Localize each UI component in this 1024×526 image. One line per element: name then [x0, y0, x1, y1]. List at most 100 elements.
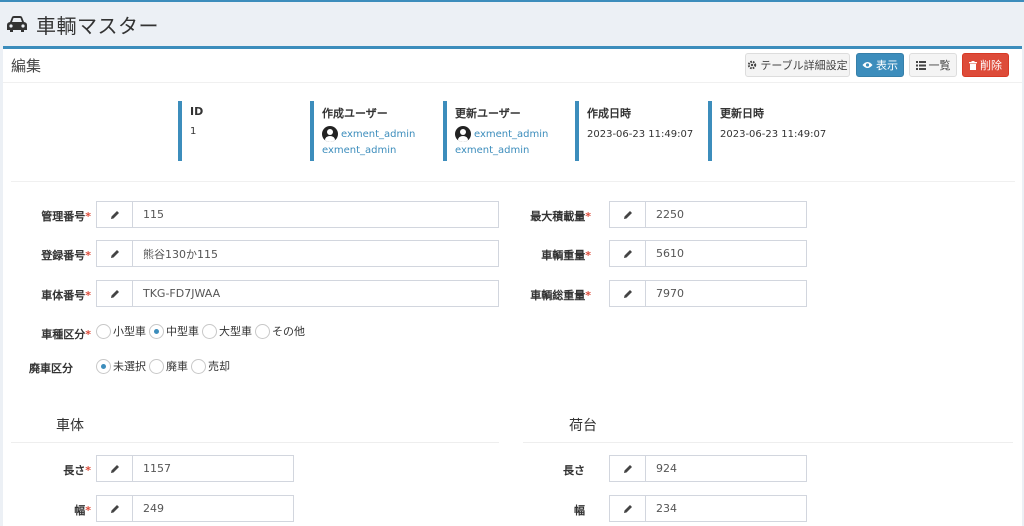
kanri-field[interactable]: 115: [96, 201, 499, 228]
radio-icon[interactable]: [202, 323, 217, 339]
page-title: 車輌マスター: [36, 13, 159, 38]
shatai-label: 車体番号*: [41, 289, 91, 302]
radio-icon[interactable]: [255, 323, 270, 339]
bed-length-field[interactable]: 924: [609, 455, 807, 482]
show-button[interactable]: 表示: [856, 53, 904, 77]
pencil-icon: [97, 456, 133, 481]
pencil-icon: [610, 456, 646, 481]
bed-width-input[interactable]: 234: [646, 496, 677, 521]
bed-length-input[interactable]: 924: [646, 456, 677, 481]
updated-user-name[interactable]: exment_admin: [474, 129, 548, 140]
shashu-option-2[interactable]: 大型車: [202, 323, 252, 339]
list-button[interactable]: 一覧: [909, 53, 957, 77]
saidai-field[interactable]: 2250: [609, 201, 807, 228]
sharyo-input[interactable]: 5610: [646, 241, 684, 266]
pencil-icon: [610, 496, 646, 521]
radio-checked-icon[interactable]: [96, 358, 111, 374]
soju-label: 車輌総重量*: [530, 289, 591, 302]
meta-id-value: 1: [190, 126, 197, 137]
pencil-icon: [610, 281, 646, 306]
meta-updated-user: 更新ユーザー exment_admin exment_admin: [443, 101, 548, 161]
meta-created-at: 作成日時 2023-06-23 11:49:07: [575, 101, 693, 161]
created-user-name-secondary[interactable]: exment_admin: [322, 145, 415, 156]
meta-id: ID 1: [178, 101, 203, 161]
shatai-input[interactable]: TKG-FD7JWAA: [133, 281, 220, 306]
edit-box: 編集 テーブル詳細設定 表示 一覧 削除 ID 1 作成ユーザー exment_…: [3, 46, 1022, 526]
table-settings-button[interactable]: テーブル詳細設定: [745, 53, 850, 77]
radio-icon[interactable]: [149, 358, 164, 374]
body-section-title: 車体: [56, 418, 84, 434]
haisha-radio-group: 未選択 廃車 売却: [96, 358, 233, 374]
meta-created-at-value: 2023-06-23 11:49:07: [587, 129, 694, 140]
body-section-divider: [11, 442, 499, 443]
table-settings-label: テーブル詳細設定: [760, 59, 848, 72]
meta-created-user-label: 作成ユーザー: [322, 107, 388, 120]
body-width-field[interactable]: 249: [96, 495, 294, 522]
sharyo-label: 車輌重量*: [541, 249, 591, 262]
delete-button[interactable]: 削除: [962, 53, 1009, 77]
pencil-icon: [97, 496, 133, 521]
toroku-label: 登録番号*: [41, 249, 91, 262]
meta-divider: [11, 181, 1015, 182]
box-header: 編集 テーブル詳細設定 表示 一覧 削除: [3, 49, 1022, 83]
bed-width-label: 幅: [574, 504, 585, 517]
shatai-field[interactable]: TKG-FD7JWAA: [96, 280, 499, 307]
bed-section-title: 荷台: [569, 418, 597, 434]
radio-checked-icon[interactable]: [149, 323, 164, 339]
kanri-label: 管理番号*: [41, 210, 91, 223]
list-label: 一覧: [928, 59, 951, 72]
page-header: 車輌マスター: [0, 2, 1024, 46]
meta-updated-user-label: 更新ユーザー: [455, 107, 521, 120]
meta-created-user: 作成ユーザー exment_admin exment_admin: [310, 101, 415, 161]
pencil-icon: [97, 241, 133, 266]
pencil-icon: [97, 281, 133, 306]
created-user-link[interactable]: exment_admin: [322, 126, 415, 142]
bed-section-divider: [523, 442, 1013, 443]
box-title: 編集: [11, 57, 42, 75]
updated-user-name-secondary[interactable]: exment_admin: [455, 145, 548, 156]
meta-id-label: ID: [190, 105, 204, 118]
soju-input[interactable]: 7970: [646, 281, 684, 306]
body-length-input[interactable]: 1157: [133, 456, 171, 481]
body-length-label: 長さ*: [63, 464, 91, 477]
soju-field[interactable]: 7970: [609, 280, 807, 307]
sharyo-field[interactable]: 5610: [609, 240, 807, 267]
created-user-name[interactable]: exment_admin: [341, 129, 415, 140]
pencil-icon: [610, 241, 646, 266]
body-width-input[interactable]: 249: [133, 496, 164, 521]
saidai-label: 最大積載量*: [530, 210, 591, 223]
shashu-label: 車種区分*: [41, 328, 91, 341]
haisha-option-0[interactable]: 未選択: [96, 358, 146, 374]
eye-icon: [862, 62, 873, 68]
pencil-icon: [610, 202, 646, 227]
shashu-option-1[interactable]: 中型車: [149, 323, 199, 339]
meta-updated-at-label: 更新日時: [720, 107, 764, 120]
gear-icon: [748, 60, 757, 70]
toroku-field[interactable]: 熊谷130か115: [96, 240, 499, 267]
radio-icon[interactable]: [191, 358, 206, 374]
list-icon: [915, 60, 926, 70]
shashu-option-0[interactable]: 小型車: [96, 323, 146, 339]
car-icon: [7, 16, 27, 32]
trash-icon: [969, 60, 977, 70]
show-label: 表示: [876, 59, 898, 72]
bed-length-label: 長さ: [563, 464, 585, 477]
toroku-input[interactable]: 熊谷130か115: [133, 241, 218, 266]
user-avatar-icon: [322, 126, 338, 142]
meta-updated-at: 更新日時 2023-06-23 11:49:07: [708, 101, 826, 161]
meta-updated-at-value: 2023-06-23 11:49:07: [720, 129, 827, 140]
shashu-option-3[interactable]: その他: [255, 323, 305, 339]
pencil-icon: [97, 202, 133, 227]
haisha-option-1[interactable]: 廃車: [149, 358, 188, 374]
radio-icon[interactable]: [96, 323, 111, 339]
body-width-label: 幅*: [74, 504, 91, 517]
kanri-input[interactable]: 115: [133, 202, 164, 227]
updated-user-link[interactable]: exment_admin: [455, 126, 548, 142]
haisha-option-2[interactable]: 売却: [191, 358, 230, 374]
user-avatar-icon: [455, 126, 471, 142]
shashu-radio-group: 小型車 中型車 大型車 その他: [96, 323, 308, 339]
saidai-input[interactable]: 2250: [646, 202, 684, 227]
bed-width-field[interactable]: 234: [609, 495, 807, 522]
meta-created-at-label: 作成日時: [587, 107, 631, 120]
body-length-field[interactable]: 1157: [96, 455, 294, 482]
